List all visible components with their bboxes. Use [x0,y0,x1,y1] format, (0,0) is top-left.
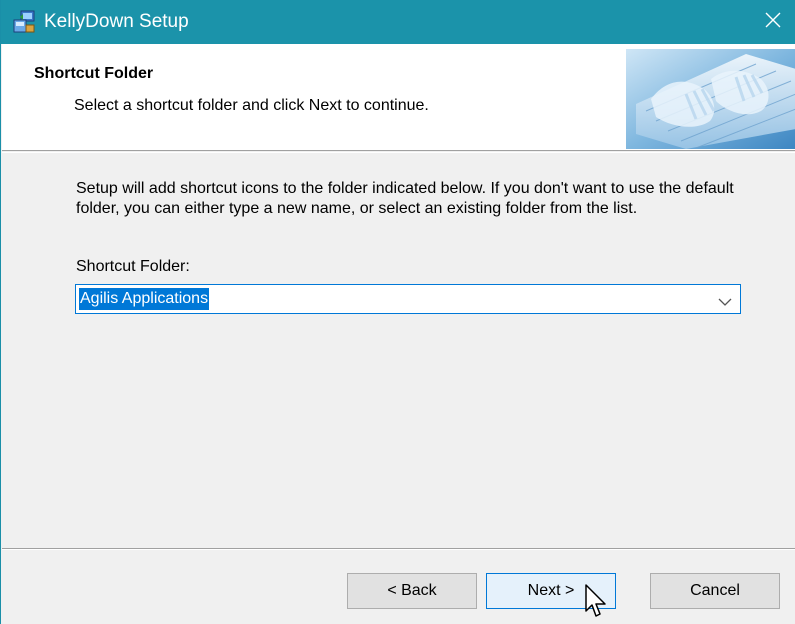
instructions-text: Setup will add shortcut icons to the fol… [76,180,734,217]
page-title: Shortcut Folder [34,65,154,82]
title-bar[interactable]: KellyDown Setup [1,0,795,44]
window-title: KellyDown Setup [44,11,189,32]
page-description: Select a shortcut folder and click Next … [74,97,429,114]
setup-window: KellyDown Setup Shortcut Folder Select a… [0,0,795,624]
footer-divider-highlight [2,549,795,550]
shortcut-folder-combobox[interactable]: Agilis Applications [75,284,741,314]
shortcut-folder-label: Shortcut Folder: [76,258,190,275]
chevron-down-icon[interactable] [718,294,732,306]
keyboard-hands-image [626,49,795,149]
shortcut-folder-value[interactable]: Agilis Applications [79,288,210,310]
close-button[interactable] [750,0,795,44]
header-divider [2,152,795,153]
setup-icon [12,10,36,34]
next-button[interactable]: Next > [486,573,616,609]
header-banner: Shortcut Folder Select a shortcut folder… [2,44,795,151]
close-icon [765,12,781,33]
back-button[interactable]: < Back [347,573,477,609]
cancel-button[interactable]: Cancel [650,573,780,609]
